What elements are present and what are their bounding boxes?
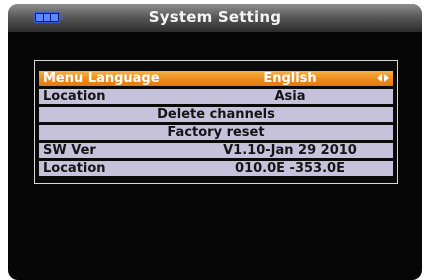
- menu-row-label: Menu Language: [43, 71, 160, 86]
- menu-row-factory-reset[interactable]: Factory reset: [39, 125, 393, 140]
- menu-row-label: SW Ver: [43, 143, 96, 158]
- page-title: System Setting: [148, 8, 282, 26]
- menu-row-value: Asia: [274, 89, 306, 104]
- title-bar: System Setting: [8, 4, 422, 32]
- menu-row-value: Delete channels: [157, 107, 275, 122]
- menu-row-sw-ver: SW Ver V1.10-Jan 29 2010: [39, 143, 393, 158]
- system-setting-menu: Menu Language English Location Asia Dele…: [34, 60, 398, 184]
- menu-row-delete-channels[interactable]: Delete channels: [39, 107, 393, 122]
- menu-row-label: Location: [43, 89, 106, 104]
- menu-row-value: V1.10-Jan 29 2010: [223, 143, 357, 158]
- menu-row-value: Factory reset: [167, 125, 265, 140]
- menu-row-value: 010.0E -353.0E: [235, 161, 345, 176]
- left-right-arrows-icon[interactable]: [377, 74, 389, 83]
- menu-row-location-range[interactable]: Location 010.0E -353.0E: [39, 161, 393, 176]
- menu-row-menu-language[interactable]: Menu Language English: [39, 71, 393, 86]
- menu-row-label: Location: [43, 161, 106, 176]
- tv-screen: System Setting Menu Language English Loc…: [8, 4, 422, 280]
- menu-row-location[interactable]: Location Asia: [39, 89, 393, 104]
